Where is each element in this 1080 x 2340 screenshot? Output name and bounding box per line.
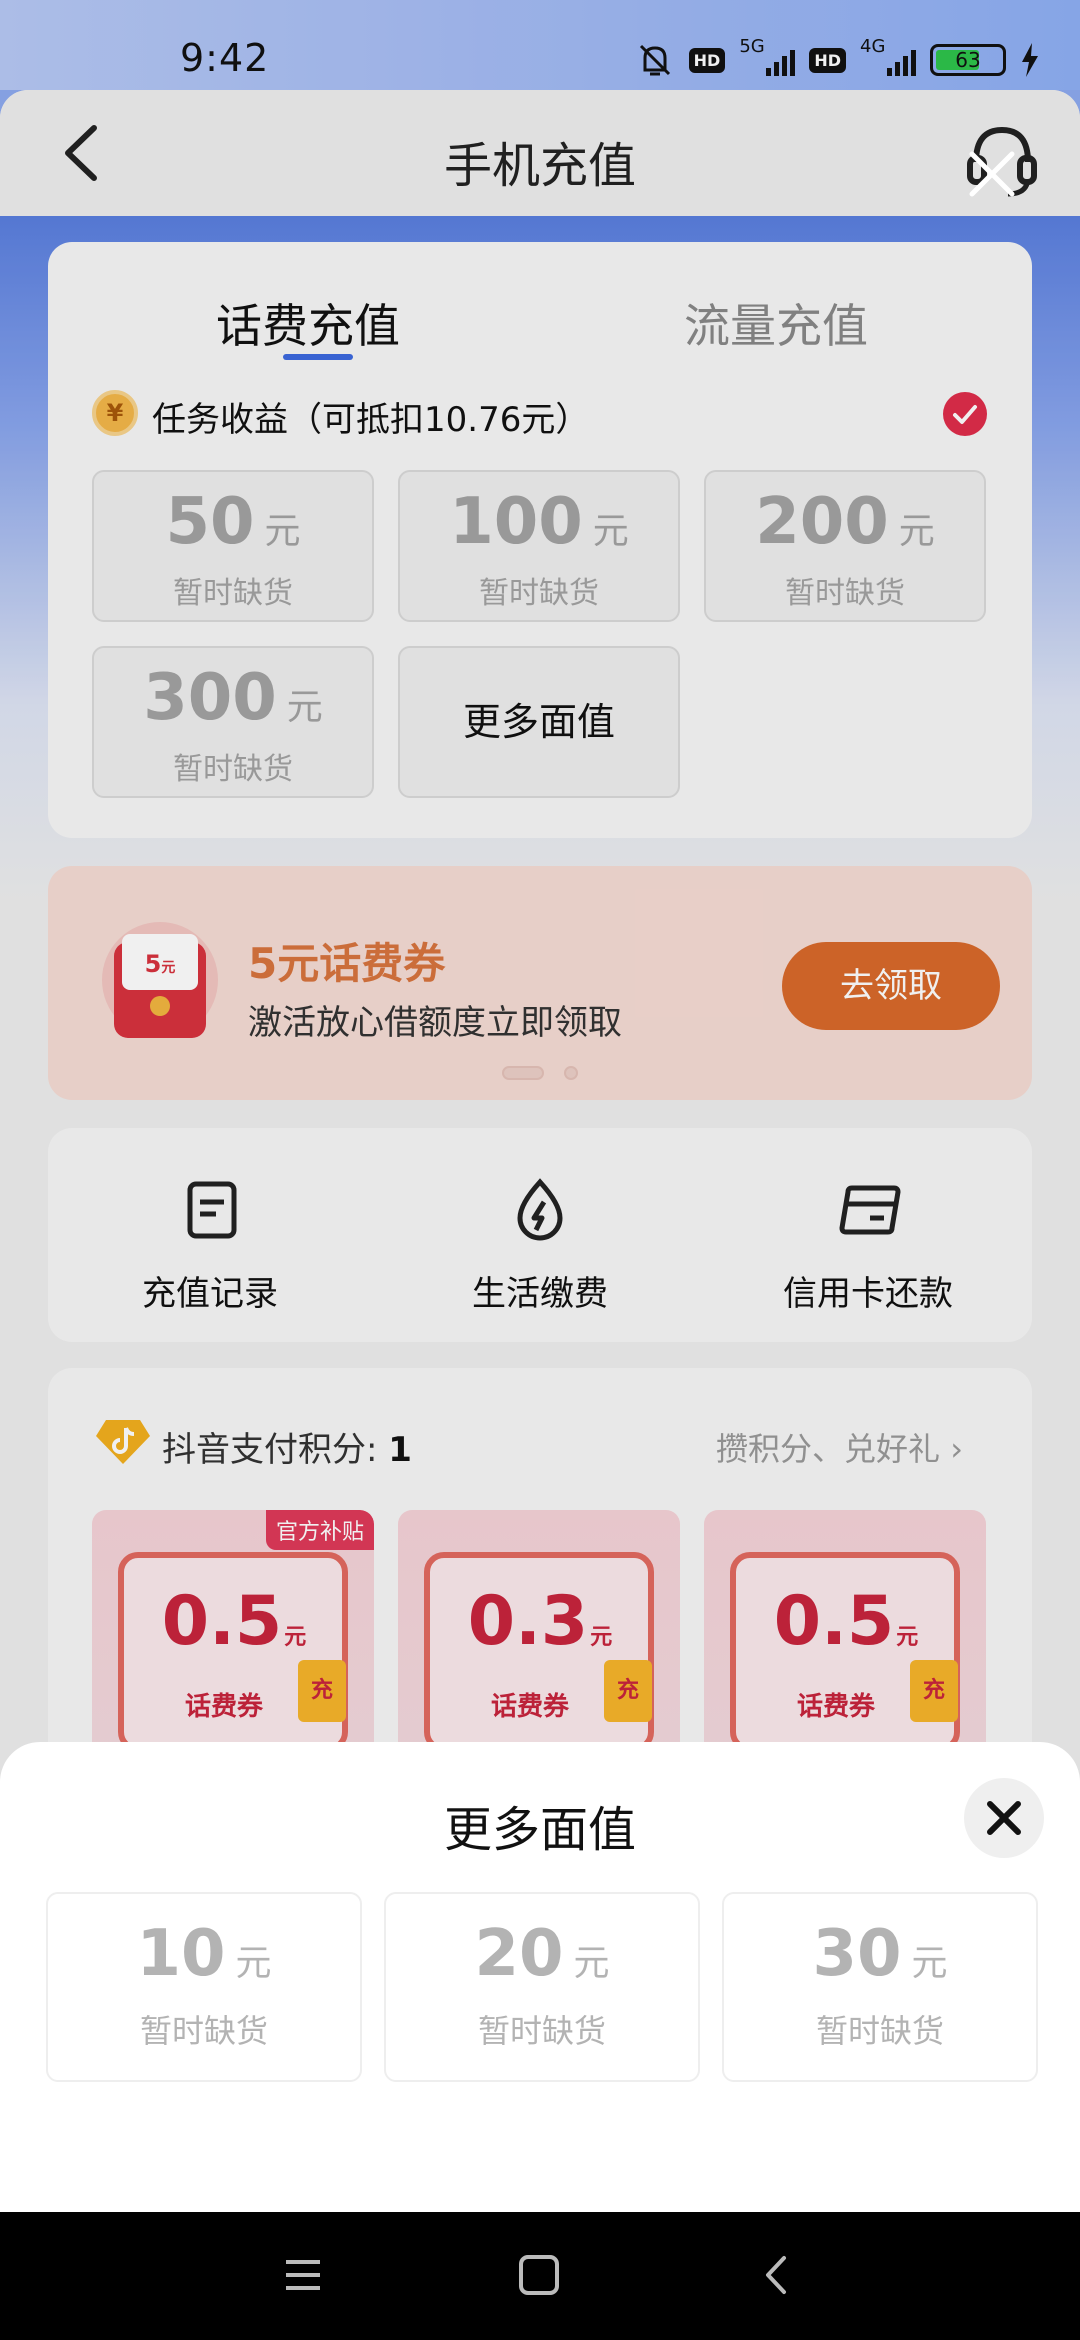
more-amounts-button[interactable]: 更多面值 (398, 646, 680, 798)
checkbox-checked-icon[interactable] (943, 392, 987, 436)
recharge-badge-icon: 充 (604, 1660, 652, 1722)
utility-bill-icon[interactable] (508, 1178, 572, 1242)
douyin-points-icon (96, 1420, 150, 1464)
hd-badge: HD (688, 47, 726, 73)
sheet-title: 更多面值 (443, 1802, 636, 1858)
signal-4g-icon: 4G (860, 36, 916, 78)
recharge-record-icon[interactable] (180, 1178, 244, 1242)
amount-option-300[interactable]: 300 元 暂时缺货 (92, 646, 374, 798)
task-earnings-label: 任务收益（可抵扣10.76元） (152, 400, 590, 440)
recharge-badge-icon: 充 (910, 1660, 958, 1722)
sheet-close-icon[interactable] (964, 1778, 1044, 1858)
official-subsidy-tag: 官方补贴 (265, 1510, 374, 1550)
page-title: 手机充值 (443, 138, 636, 194)
yuan-coin-icon: ¥ (92, 390, 138, 436)
battery-icon: 63 (930, 44, 1006, 76)
points-balance: 抖音支付积分: 1 (162, 1430, 412, 1470)
nav-back-icon[interactable] (752, 2250, 802, 2300)
tab-data-plan[interactable]: 流量充值 (684, 290, 868, 356)
menu-icon[interactable] (278, 2250, 328, 2300)
charging-bolt-icon (1022, 43, 1038, 77)
mute-bell-icon (639, 44, 670, 76)
amount-option-50[interactable]: 50 元 暂时缺货 (92, 470, 374, 622)
red-envelope-coupon-icon: 5元 (102, 922, 218, 1038)
hd-badge-2: HD (809, 47, 846, 73)
tab-indicator (283, 354, 353, 360)
signal-5g-icon: 5G (739, 36, 796, 78)
points-rewards-link[interactable]: 攒积分、兑好礼 › (716, 1424, 963, 1470)
carousel-dot-active (502, 1066, 544, 1080)
status-time: 9:42 (180, 36, 270, 80)
shortcut-recharge-record[interactable]: 充值记录 (80, 1266, 340, 1315)
coupon-card[interactable]: 0.3元 话费券 充 (398, 1510, 680, 1770)
claim-button[interactable]: 去领取 (782, 942, 1000, 1030)
shortcut-utility-bills[interactable]: 生活缴费 (410, 1266, 670, 1315)
tab-phone-credit[interactable]: 话费充值 (216, 290, 400, 356)
credit-card-icon[interactable] (838, 1178, 902, 1242)
close-icon[interactable] (966, 148, 1018, 200)
home-icon[interactable] (514, 2250, 564, 2300)
shortcut-credit-card-repay[interactable]: 信用卡还款 (738, 1266, 998, 1315)
coupon-card[interactable]: 0.5元 话费券 充 (704, 1510, 986, 1770)
coupon-card[interactable]: 官方补贴 0.5元 话费券 充 (92, 1510, 374, 1770)
amount-option-200[interactable]: 200 元 暂时缺货 (704, 470, 986, 622)
recharge-badge-icon: 充 (298, 1660, 346, 1722)
chevron-right-icon: › (950, 1430, 963, 1468)
carousel-dot (564, 1066, 578, 1080)
amount-option-100[interactable]: 100 元 暂时缺货 (398, 470, 680, 622)
promo-subtitle: 激活放心借额度立即领取 (248, 1003, 622, 1043)
amount-option-20[interactable]: 20 元 暂时缺货 (384, 1892, 700, 2082)
amount-option-30[interactable]: 30 元 暂时缺货 (722, 1892, 1038, 2082)
promo-title: 5元话费券 (248, 939, 446, 988)
amount-option-10[interactable]: 10 元 暂时缺货 (46, 1892, 362, 2082)
status-icons: HD 5G HD 4G 63 (635, 36, 1040, 80)
